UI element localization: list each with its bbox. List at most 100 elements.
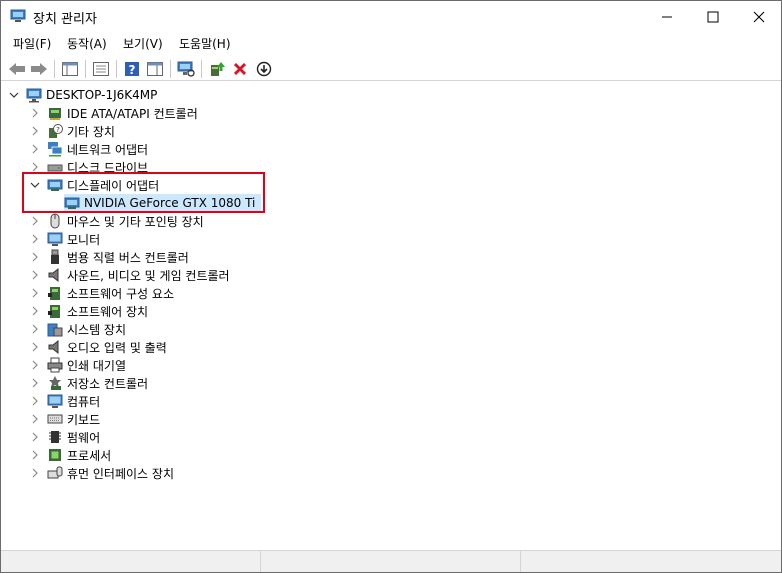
computer-icon	[26, 87, 42, 103]
chevron-right-icon[interactable]	[29, 248, 41, 266]
ide-controller-icon	[47, 105, 63, 121]
forward-button[interactable]	[28, 58, 50, 80]
tree-item-computer[interactable]: 컴퓨터	[29, 392, 100, 410]
svg-text:?: ?	[56, 126, 60, 134]
tree-item-label: 프로세서	[67, 448, 112, 463]
tree-item-label: 소프트웨어 구성 요소	[67, 286, 174, 301]
menu-bar: 파일(F) 동작(A) 보기(V) 도움말(H)	[1, 32, 781, 54]
network-adapter-icon	[47, 141, 63, 157]
chevron-right-icon[interactable]	[29, 464, 41, 482]
tree-item-software-components[interactable]: 소프트웨어 구성 요소	[29, 284, 174, 302]
tree-item-system-devices[interactable]: 시스템 장치	[29, 320, 126, 338]
tree-item-label: 오디오 입력 및 출력	[67, 340, 167, 355]
title-bar: 장치 관리자	[1, 1, 781, 32]
close-button[interactable]	[736, 1, 782, 32]
tree-item-label: 소프트웨어 장치	[67, 304, 149, 319]
show-hide-console-tree-icon	[62, 62, 78, 76]
monitor-icon	[47, 231, 63, 247]
display-adapter-icon	[64, 195, 80, 211]
update-driver-icon	[211, 62, 225, 76]
status-pane	[521, 551, 781, 572]
tree-item-processors[interactable]: 프로세서	[29, 446, 111, 464]
display-adapter-icon	[47, 177, 63, 193]
maximize-button[interactable]	[690, 1, 736, 32]
tree-item-network-adapters[interactable]: 네트워크 어댑터	[29, 140, 148, 158]
chevron-right-icon[interactable]	[29, 158, 41, 176]
tree-root-label: DESKTOP-1J6K4MP	[46, 88, 158, 102]
toolbar-separator	[201, 60, 202, 78]
chevron-right-icon[interactable]	[29, 410, 41, 428]
help-button[interactable]: ?	[121, 58, 143, 80]
tree-item-monitors[interactable]: 모니터	[29, 230, 100, 248]
tree-item-audio-io[interactable]: 오디오 입력 및 출력	[29, 338, 167, 356]
chevron-right-icon[interactable]	[29, 212, 41, 230]
tree-item-print-queues[interactable]: 인쇄 대기열	[29, 356, 126, 374]
tree-root[interactable]: DESKTOP-1J6K4MP	[8, 86, 157, 104]
chevron-right-icon[interactable]	[29, 122, 41, 140]
tree-item-software-devices[interactable]: 소프트웨어 장치	[29, 302, 148, 320]
chevron-right-icon[interactable]	[29, 446, 41, 464]
action-pane-icon	[147, 62, 163, 76]
device-manager-app-icon	[10, 9, 26, 23]
action-pane-button[interactable]	[144, 58, 166, 80]
scan-hardware-icon	[177, 61, 195, 77]
back-icon	[9, 63, 25, 75]
menu-action[interactable]: 동작(A)	[67, 35, 107, 52]
chevron-right-icon[interactable]	[29, 140, 41, 158]
chevron-right-icon[interactable]	[29, 428, 41, 446]
window-title: 장치 관리자	[33, 12, 97, 27]
tree-item-label: 인쇄 대기열	[67, 358, 127, 373]
tree-item-label: 키보드	[67, 412, 101, 427]
tree-item-label: 사운드, 비디오 및 게임 컨트롤러	[67, 268, 230, 283]
menu-view[interactable]: 보기(V)	[123, 35, 163, 52]
tree-item-storage-controllers[interactable]: 저장소 컨트롤러	[29, 374, 148, 392]
tree-item-sound-video-game[interactable]: 사운드, 비디오 및 게임 컨트롤러	[29, 266, 230, 284]
tree-item-mice[interactable]: 마우스 및 기타 포인팅 장치	[29, 212, 204, 230]
computer-icon	[47, 393, 63, 409]
toolbar-separator	[116, 60, 117, 78]
chevron-right-icon[interactable]	[29, 320, 41, 338]
hid-icon	[47, 465, 63, 481]
storage-controller-icon	[47, 375, 63, 391]
chevron-right-icon[interactable]	[29, 374, 41, 392]
unknown-device-icon: ?	[47, 123, 63, 139]
menu-file[interactable]: 파일(F)	[13, 35, 51, 52]
update-driver-button[interactable]	[206, 58, 228, 80]
menu-help[interactable]: 도움말(H)	[179, 35, 231, 52]
chevron-right-icon[interactable]	[29, 266, 41, 284]
tree-item-disk-drives[interactable]: 디스크 드라이브	[29, 158, 148, 176]
disk-drive-icon	[47, 159, 63, 175]
tree-item-hid[interactable]: 휴먼 인터페이스 장치	[29, 464, 174, 482]
tree-item-keyboards[interactable]: 키보드	[29, 410, 100, 428]
uninstall-device-button[interactable]	[229, 58, 251, 80]
toolbar-separator	[170, 60, 171, 78]
tree-item-gpu[interactable]: NVIDIA GeForce GTX 1080 Ti	[64, 194, 262, 212]
download-button[interactable]	[253, 58, 275, 80]
tree-item-firmware[interactable]: 펌웨어	[29, 428, 100, 446]
chevron-right-icon[interactable]	[29, 230, 41, 248]
software-component-icon	[47, 285, 63, 301]
chevron-down-icon[interactable]	[8, 86, 20, 104]
back-button[interactable]	[6, 58, 28, 80]
tree-item-ide-ata-atapi[interactable]: IDE ATA/ATAPI 컨트롤러	[29, 104, 198, 122]
tree-item-usb-controllers[interactable]: 범용 직렬 버스 컨트롤러	[29, 248, 189, 266]
chevron-right-icon[interactable]	[29, 338, 41, 356]
chevron-down-icon[interactable]	[29, 176, 41, 194]
chevron-right-icon[interactable]	[29, 302, 41, 320]
software-device-icon	[47, 303, 63, 319]
status-pane	[1, 551, 261, 572]
tree-item-display-adapters[interactable]: 디스플레이 어댑터	[29, 176, 159, 194]
tree-item-label: 마우스 및 기타 포인팅 장치	[67, 214, 204, 229]
scan-hardware-button[interactable]	[175, 58, 197, 80]
show-hide-console-tree-button[interactable]	[59, 58, 81, 80]
chevron-right-icon[interactable]	[29, 104, 41, 122]
properties-button[interactable]	[90, 58, 112, 80]
chevron-right-icon[interactable]	[29, 356, 41, 374]
mouse-icon	[47, 213, 63, 229]
tree-item-other-devices[interactable]: ? 기타 장치	[29, 122, 115, 140]
tree-item-label: 네트워크 어댑터	[67, 142, 149, 157]
chevron-right-icon[interactable]	[29, 392, 41, 410]
minimize-button[interactable]	[644, 1, 690, 32]
speaker-icon	[47, 267, 63, 283]
chevron-right-icon[interactable]	[29, 284, 41, 302]
